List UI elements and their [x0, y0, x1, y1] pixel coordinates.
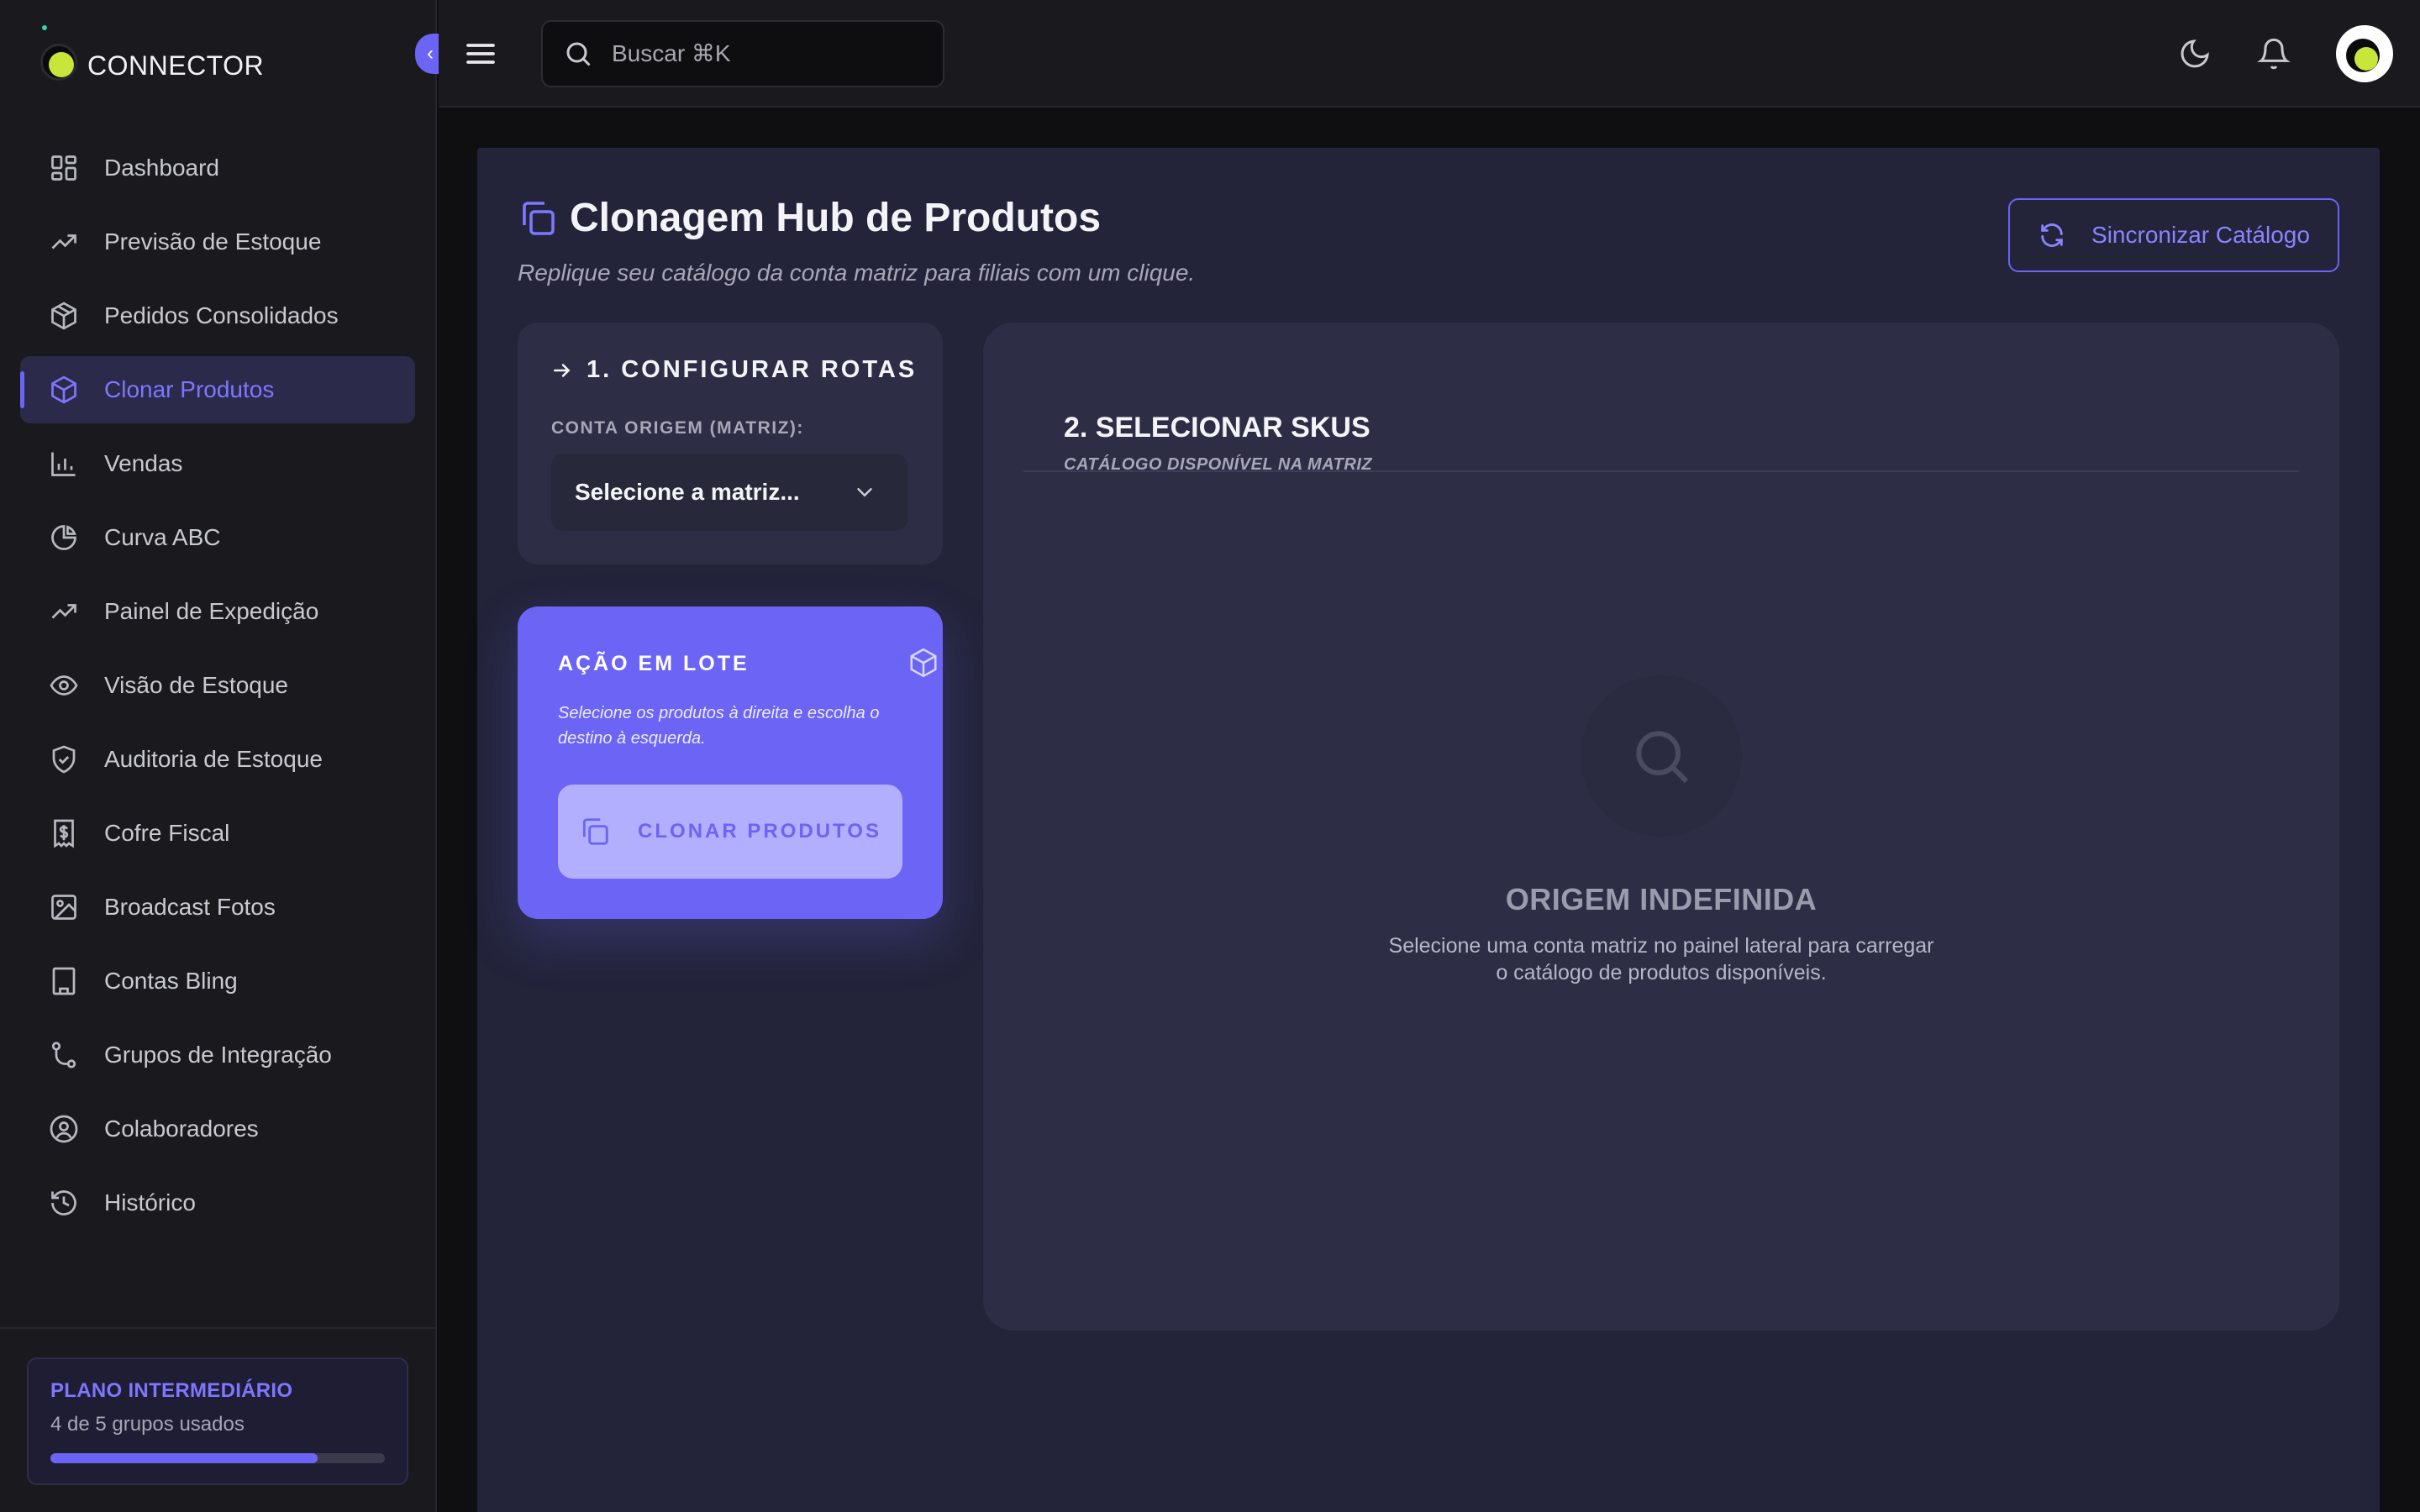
sidebar-item-label: Auditoria de Estoque — [104, 746, 323, 772]
sidebar-item-auditoria-estoque[interactable]: Auditoria de Estoque — [20, 726, 415, 793]
pie-chart-icon — [51, 525, 76, 550]
routes-title-text: 1. CONFIGURAR ROTAS — [587, 356, 918, 383]
source-account-value: Selecione a matriz... — [575, 479, 800, 505]
source-account-select[interactable]: Selecione a matriz... — [551, 454, 908, 531]
sidebar-item-label: Contas Bling — [104, 968, 238, 994]
skus-title: 2. SELECIONAR SKUS — [1064, 412, 1370, 444]
shield-check-icon — [52, 745, 76, 774]
sidebar-item-contas-bling[interactable]: Contas Bling — [20, 948, 415, 1015]
sidebar-item-label: Clonar Produtos — [104, 376, 275, 402]
page-header: Clonagem Hub de Produtos Replique seu ca… — [518, 195, 1195, 286]
bell-icon[interactable] — [2257, 37, 2291, 71]
sidebar-item-label: Previsão de Estoque — [104, 228, 322, 255]
page-title: Clonagem Hub de Produtos — [570, 196, 1102, 240]
package-icon — [51, 302, 76, 330]
routes-card: 1. CONFIGURAR ROTAS CONTA ORIGEM (MATRIZ… — [518, 323, 943, 564]
empty-state-description: Selecione uma conta matriz no painel lat… — [1388, 934, 1934, 984]
page-subtitle: Replique seu catálogo da conta matriz pa… — [518, 260, 1196, 286]
sidebar: CONNECTOR ‹ Dashboard Previsão de Estoqu… — [0, 0, 452, 1512]
sidebar-item-cofre-fiscal[interactable]: Cofre Fiscal — [20, 800, 415, 867]
box-icon — [910, 648, 937, 678]
topbar — [439, 0, 2420, 108]
skus-subtitle: CATÁLOGO DISPONÍVEL NA MATRIZ — [1064, 455, 1373, 474]
eye-icon — [50, 675, 78, 696]
logo-text: CONNECTOR — [87, 50, 265, 81]
sidebar-nav: Dashboard Previsão de Estoque Pedidos Co… — [20, 134, 415, 1243]
search-icon — [1636, 731, 1689, 784]
sidebar-item-visao-estoque[interactable]: Visão de Estoque — [20, 652, 415, 719]
plan-progress-fill — [50, 1453, 318, 1463]
sidebar-item-colaboradores[interactable]: Colaboradores — [20, 1095, 415, 1163]
sidebar-item-previsao-estoque[interactable]: Previsão de Estoque — [20, 208, 415, 276]
sidebar-item-label: Pedidos Consolidados — [104, 302, 339, 328]
sidebar-item-curva-abc[interactable]: Curva ABC — [20, 504, 415, 571]
app-logo[interactable]: CONNECTOR — [40, 25, 265, 96]
skus-card: 2. SELECIONAR SKUS CATÁLOGO DISPONÍVEL N… — [983, 323, 2339, 1331]
batch-description: Selecione os produtos à direita e escolh… — [558, 704, 880, 748]
sidebar-item-label: Painel de Expedição — [104, 598, 319, 624]
refresh-icon — [2041, 223, 2063, 247]
sidebar-item-label: Histórico — [104, 1189, 196, 1215]
sidebar-item-label: Broadcast Fotos — [104, 894, 276, 920]
plan-card[interactable]: PLANO INTERMEDIÁRIO 4 de 5 grupos usados — [27, 1357, 408, 1485]
chevron-down-icon — [857, 488, 872, 497]
sidebar-item-pedidos-consolidados[interactable]: Pedidos Consolidados — [20, 282, 415, 349]
batch-title: AÇÃO EM LOTE — [558, 652, 750, 675]
box-icon — [51, 375, 76, 404]
empty-state-title: ORIGEM INDEFINIDA — [1505, 882, 1818, 916]
copy-icon — [523, 201, 555, 235]
empty-state: ORIGEM INDEFINIDA Selecione uma conta ma… — [983, 675, 2339, 986]
sidebar-item-label: Vendas — [104, 450, 183, 476]
sidebar-item-dashboard[interactable]: Dashboard — [20, 134, 415, 202]
search-icon — [566, 42, 591, 66]
sidebar-item-historico[interactable]: Histórico — [20, 1169, 415, 1236]
source-account-label: CONTA ORIGEM (MATRIZ): — [551, 418, 804, 438]
user-avatar[interactable] — [2336, 25, 2393, 82]
plan-progress-bar — [50, 1453, 385, 1463]
trending-up-icon — [51, 234, 76, 249]
sidebar-item-broadcast-fotos[interactable]: Broadcast Fotos — [20, 874, 415, 941]
sidebar-item-vendas[interactable]: Vendas — [20, 430, 415, 497]
sidebar-item-grupos-integracao[interactable]: Grupos de Integração — [20, 1021, 415, 1089]
image-icon — [51, 895, 76, 920]
sync-button-label: Sincronizar Catálogo — [2091, 222, 2310, 248]
sidebar-item-label: Colaboradores — [104, 1116, 259, 1142]
sidebar-item-label: Grupos de Integração — [104, 1042, 332, 1068]
arrow-right-icon — [554, 363, 571, 377]
plan-title: PLANO INTERMEDIÁRIO — [50, 1379, 293, 1402]
sidebar-divider — [0, 1327, 437, 1329]
sidebar-item-label: Cofre Fiscal — [104, 820, 230, 846]
copy-icon — [582, 818, 608, 845]
sync-catalog-button[interactable]: Sincronizar Catálogo — [2008, 198, 2339, 272]
menu-icon[interactable] — [464, 37, 497, 71]
clone-button-label: CLONAR PRODUTOS — [638, 820, 881, 843]
sidebar-item-painel-expedicao[interactable]: Painel de Expedição — [20, 578, 415, 645]
logo-mark-icon — [40, 25, 81, 96]
batch-action-card: AÇÃO EM LOTE Selecione os produtos à dir… — [518, 606, 943, 919]
grid-icon — [51, 155, 76, 181]
building-icon — [52, 967, 76, 995]
skus-header: 2. SELECIONAR SKUS CATÁLOGO DISPONÍVEL N… — [1023, 363, 2299, 474]
main-content: Clonagem Hub de Produtos Replique seu ca… — [477, 148, 2380, 1512]
bar-chart-icon — [51, 452, 76, 476]
sidebar-item-label: Curva ABC — [104, 524, 221, 550]
user-circle-icon — [50, 1115, 78, 1143]
sidebar-item-label: Dashboard — [104, 155, 219, 181]
moon-icon[interactable] — [2178, 37, 2212, 71]
history-icon — [51, 1190, 76, 1215]
sidebar-item-label: Visão de Estoque — [104, 672, 288, 698]
trending-up-icon — [51, 604, 76, 619]
sidebar-item-clonar-produtos[interactable]: Clonar Produtos — [20, 356, 415, 423]
search-box[interactable] — [541, 20, 944, 87]
routes-title: 1. CONFIGURAR ROTAS — [551, 356, 917, 384]
chevron-left-icon: ‹ — [427, 42, 434, 65]
search-input[interactable] — [612, 40, 914, 67]
clone-products-button[interactable]: CLONAR PRODUTOS — [558, 785, 902, 879]
empty-state-badge — [1581, 675, 1742, 837]
receipt-icon — [54, 819, 74, 848]
plan-usage: 4 de 5 grupos usados — [50, 1413, 245, 1436]
git-branch-icon — [51, 1042, 76, 1068]
